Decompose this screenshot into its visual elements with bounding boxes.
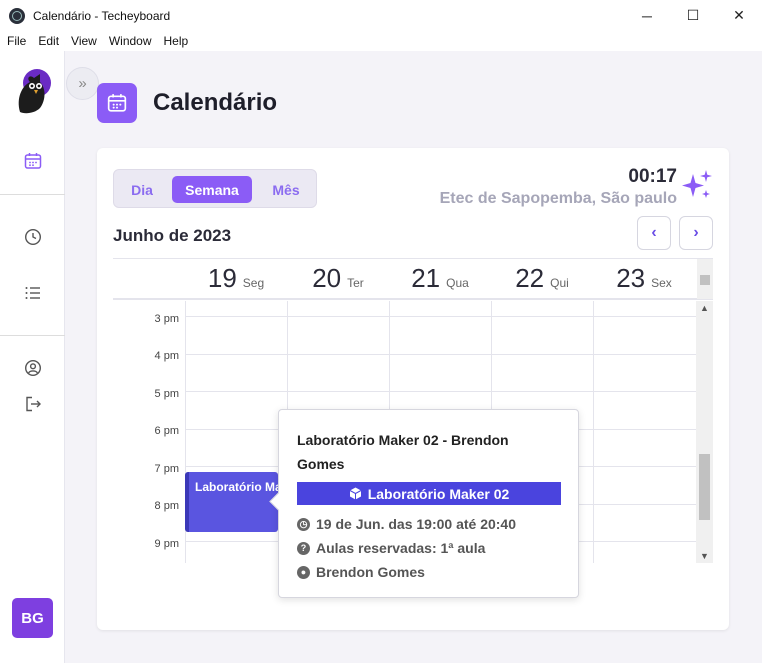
user-avatar[interactable]: BG	[12, 598, 53, 638]
day-header[interactable]: 23 Sex	[593, 259, 695, 299]
minimize-button[interactable]: ─	[624, 0, 670, 31]
user-icon: ●	[297, 565, 310, 579]
day-number: 20	[312, 263, 342, 293]
page-calendar-icon	[97, 83, 137, 123]
clock-icon[interactable]	[22, 226, 44, 248]
popover-time: 19 de Jun. das 19:00 até 20:40	[316, 516, 516, 532]
user-circle-icon[interactable]	[22, 357, 44, 379]
tab-week[interactable]: Semana	[172, 176, 252, 203]
day-number: 21	[411, 263, 441, 293]
current-time: 00:17	[628, 166, 677, 187]
sparkle-icon	[682, 170, 712, 198]
day-header[interactable]: 22 Qui	[491, 259, 593, 299]
tab-month[interactable]: Mês	[258, 176, 314, 203]
popover-reserved-row: ? Aulas reservadas: 1ª aula	[297, 540, 485, 556]
day-name: Ter	[347, 276, 364, 290]
menu-window[interactable]: Window	[109, 34, 152, 48]
question-icon: ?	[297, 541, 310, 555]
popover-time-row: ◷ 19 de Jun. das 19:00 até 20:40	[297, 516, 516, 532]
menu-view[interactable]: View	[71, 34, 97, 48]
chevron-right-icon: ›	[693, 224, 699, 241]
day-name: Qui	[550, 276, 569, 290]
hour-label: 8 pm	[154, 500, 179, 512]
location-label: Etec de Sapopemba, São paulo	[439, 190, 677, 207]
popover-person: Brendon Gomes	[316, 564, 425, 580]
day-number: 23	[616, 263, 646, 293]
day-name: Seg	[242, 276, 265, 290]
popover-person-row: ● Brendon Gomes	[297, 564, 425, 580]
sidebar-divider	[0, 335, 65, 336]
next-week-button[interactable]: ›	[679, 216, 713, 250]
hour-label: 3 pm	[154, 313, 179, 325]
menu-edit[interactable]: Edit	[38, 34, 59, 48]
hour-label: 4 pm	[154, 350, 179, 362]
day-header[interactable]: 19 Seg	[185, 259, 287, 299]
day-name: Qua	[446, 276, 469, 290]
hour-label: 9 pm	[154, 538, 179, 550]
hour-label: 6 pm	[154, 425, 179, 437]
room-tag-label: Laboratório Maker 02	[367, 485, 510, 502]
day-header-row: 19 Seg 20 Ter 21 Qua 22 Qui 23 Sex	[113, 258, 713, 300]
scroll-thumb[interactable]	[699, 454, 710, 520]
day-header[interactable]: 21 Qua	[389, 259, 491, 299]
day-number: 22	[515, 263, 545, 293]
popover-reserved: Aulas reservadas: 1ª aula	[316, 540, 486, 556]
calendar-event[interactable]: Laboratório Maker 02	[185, 472, 278, 532]
clock-icon: ◷	[297, 517, 310, 531]
scroll-down-icon[interactable]: ▼	[700, 551, 709, 561]
expand-sidebar-button[interactable]: »	[66, 67, 99, 100]
logout-icon[interactable]	[22, 393, 44, 415]
tab-day[interactable]: Dia	[118, 176, 166, 203]
room-tag: Laboratório Maker 02	[297, 482, 561, 505]
title-bar: Calendário - Techeyboard ─ ☐ ✕	[0, 0, 762, 31]
chevron-left-icon: ‹	[651, 224, 657, 241]
day-header[interactable]: 20 Ter	[287, 259, 389, 299]
view-switch: Dia Semana Mês	[113, 169, 317, 208]
event-popover: Laboratório Maker 02 - Brendon Gomes Lab…	[278, 409, 579, 598]
prev-week-button[interactable]: ‹	[637, 216, 671, 250]
close-button[interactable]: ✕	[716, 0, 762, 31]
menu-bar: File Edit View Window Help	[0, 31, 762, 51]
list-icon[interactable]	[22, 282, 44, 304]
maximize-button[interactable]: ☐	[670, 0, 716, 31]
hour-label: 5 pm	[154, 388, 179, 400]
menu-help[interactable]: Help	[164, 34, 189, 48]
hour-label: 7 pm	[154, 463, 179, 475]
cube-icon	[349, 487, 361, 500]
calendar-nav-icon[interactable]	[22, 150, 44, 172]
sidebar-divider	[0, 194, 65, 195]
grid-scrollbar[interactable]: ▲ ▼	[696, 301, 713, 563]
scroll-up-icon[interactable]: ▲	[700, 303, 709, 313]
app-icon	[9, 7, 25, 24]
owl-logo[interactable]	[12, 68, 54, 114]
day-number: 19	[207, 263, 237, 293]
day-name: Sex	[651, 276, 672, 290]
menu-file[interactable]: File	[7, 34, 26, 48]
popover-title: Laboratório Maker 02 - Brendon Gomes	[297, 432, 509, 472]
app-area: BG » Calendário Dia Semana Mês 00:17 Ete…	[0, 51, 762, 663]
header-scrollbar[interactable]	[697, 259, 713, 299]
page-title: Calendário	[153, 89, 278, 116]
month-label: Junho de 2023	[113, 226, 232, 245]
window-title: Calendário - Techeyboard	[33, 8, 171, 23]
sidebar: BG	[0, 51, 65, 663]
